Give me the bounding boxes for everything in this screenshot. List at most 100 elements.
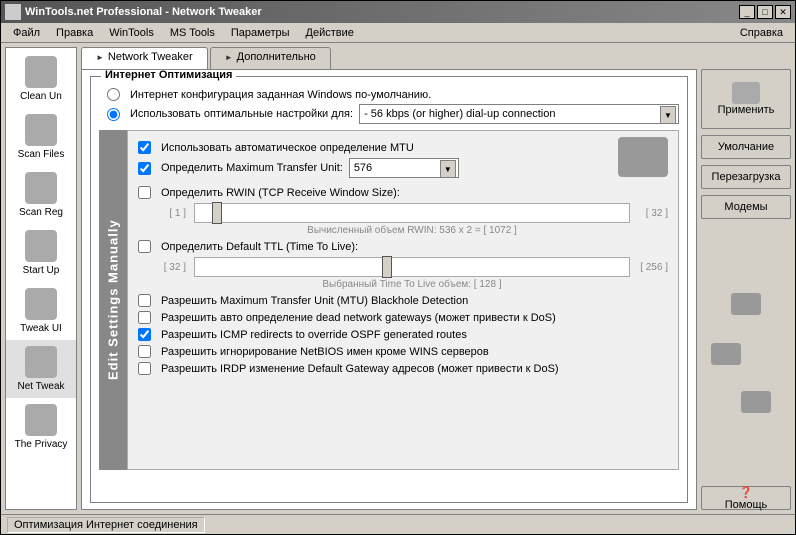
tab-label: Network Tweaker [108,51,193,63]
checkbox-label: Определить RWIN (TCP Receive Window Size… [161,187,400,199]
checkbox-label: Разрешить игнорирование NetBIOS имен кро… [161,346,489,358]
button-label: Помощь [725,499,768,511]
radio-label: Использовать оптимальные настройки для: [130,108,353,120]
scanreg-icon [25,172,57,204]
manual-content: Использовать автоматическое определение … [127,130,679,470]
checkbox-define-ttl[interactable] [138,240,151,253]
checkbox-label: Разрешить ICMP redirects to override OSP… [161,329,467,341]
dropdown-value: - 56 kbps (or higher) dial-up connection [364,108,555,120]
help-icon: ❓ [739,486,753,499]
privacy-icon [25,404,57,436]
nettweak-icon [25,346,57,378]
tab-network-tweaker[interactable]: ►Network Tweaker [81,47,208,69]
checkbox-define-rwin[interactable] [138,186,151,199]
network-diagram [701,225,791,480]
mtu-dropdown[interactable]: 576 [349,158,459,178]
checkbox-netbios[interactable] [138,345,151,358]
connection-dropdown[interactable]: - 56 kbps (or higher) dial-up connection [359,104,679,124]
sidebar-item-label: The Privacy [15,439,68,450]
ttl-calc-label: Выбранный Time To Live объем: [ 128 ] [156,279,668,290]
sidebar-item-label: Scan Files [18,149,65,160]
checkbox-label: Определить Maximum Transfer Unit: [161,162,343,174]
menu-wintools[interactable]: WinTools [101,25,162,41]
window-title: WinTools.net Professional - Network Twea… [25,6,739,18]
close-button[interactable]: ✕ [775,5,791,19]
sidebar-item-label: Tweak UI [20,323,62,334]
checkbox-label: Использовать автоматическое определение … [161,142,414,154]
sidebar-item-privacy[interactable]: The Privacy [6,398,76,456]
status-text: Оптимизация Интернет соединения [7,517,205,533]
rwin-min-label: [ 1 ] [156,208,186,219]
slider-thumb[interactable] [212,202,222,224]
modems-button[interactable]: Модемы [701,195,791,219]
apply-button[interactable]: Применить [701,69,791,129]
tab-panel: Интернет Оптимизация Интернет конфигурац… [81,69,697,510]
sidebar-item-nettweak[interactable]: Net Tweak [6,340,76,398]
help-button[interactable]: ❓ Помощь [701,486,791,510]
minimize-button[interactable]: _ [739,5,755,19]
checkbox-label: Разрешить IRDP изменение Default Gateway… [161,363,559,375]
checkbox-label: Определить Default TTL (Time To Live): [161,241,358,253]
checkbox-label: Разрешить Maximum Transfer Unit (MTU) Bl… [161,295,468,307]
menu-params[interactable]: Параметры [223,25,298,41]
tab-strip: ►Network Tweaker ►Дополнительно [81,47,697,69]
checkbox-auto-mtu[interactable] [138,141,151,154]
slider-thumb[interactable] [382,256,392,278]
ttl-max-label: [ 256 ] [638,262,668,273]
dropdown-value: 576 [354,162,372,174]
tweakui-icon [25,288,57,320]
checkbox-icmp[interactable] [138,328,151,341]
globe-icon [731,293,761,315]
sidebar-item-label: Scan Reg [19,207,63,218]
button-label: Модемы [724,201,767,213]
main-area: Clean Un Scan Files Scan Reg Start Up Tw… [1,43,795,514]
ttl-min-label: [ 32 ] [156,262,186,273]
sidebar-item-cleanup[interactable]: Clean Un [6,50,76,108]
tab-additional[interactable]: ►Дополнительно [210,47,331,69]
radio-label: Интернет конфигурация заданная Windows п… [130,89,431,101]
sidebar-item-label: Start Up [23,265,60,276]
menubar: Файл Правка WinTools MS Tools Параметры … [1,23,795,43]
checkbox-define-mtu[interactable] [138,162,151,175]
menu-file[interactable]: Файл [5,25,48,41]
ttl-slider[interactable] [194,257,630,277]
button-label: Перезагрузка [712,171,781,183]
sidebar-item-scanreg[interactable]: Scan Reg [6,166,76,224]
group-legend: Интернет Оптимизация [101,69,236,81]
maximize-button[interactable]: □ [757,5,773,19]
radio-optimal-config[interactable] [107,108,120,121]
default-button[interactable]: Умолчание [701,135,791,159]
reboot-button[interactable]: Перезагрузка [701,165,791,189]
manual-band: Edit Settings Manually [99,130,127,470]
startup-icon [25,230,57,262]
button-label: Умолчание [718,141,774,153]
sidebar-item-label: Net Tweak [17,381,64,392]
menu-mstools[interactable]: MS Tools [162,25,223,41]
checkbox-label: Разрешить авто определение dead network … [161,312,556,324]
rwin-max-label: [ 32 ] [638,208,668,219]
menu-help[interactable]: Справка [732,25,791,41]
cleanup-icon [25,56,57,88]
sidebar-item-scanfiles[interactable]: Scan Files [6,108,76,166]
sidebar-item-tweakui[interactable]: Tweak UI [6,282,76,340]
titlebar: WinTools.net Professional - Network Twea… [1,1,795,23]
left-sidebar: Clean Un Scan Files Scan Reg Start Up Tw… [5,47,77,510]
checkbox-blackhole[interactable] [138,294,151,307]
right-sidebar: Применить Умолчание Перезагрузка Модемы … [701,47,791,510]
radio-default-config[interactable] [107,88,120,101]
rwin-calc-label: Вычисленный объем RWIN: 536 x 2 = [ 1072… [156,225,668,236]
mtu-illustration-icon [618,137,668,177]
button-label: Применить [718,104,775,116]
menu-edit[interactable]: Правка [48,25,101,41]
menu-action[interactable]: Действие [298,25,362,41]
rwin-slider[interactable] [194,203,630,223]
sidebar-item-startup[interactable]: Start Up [6,224,76,282]
node-icon [711,343,741,365]
group-internet-opt: Интернет Оптимизация Интернет конфигурац… [90,76,688,503]
checkbox-irdp[interactable] [138,362,151,375]
sidebar-item-label: Clean Un [20,91,62,102]
statusbar: Оптимизация Интернет соединения [1,514,795,534]
tab-label: Дополнительно [237,51,316,63]
laptop-icon [741,391,771,413]
checkbox-deadgw[interactable] [138,311,151,324]
